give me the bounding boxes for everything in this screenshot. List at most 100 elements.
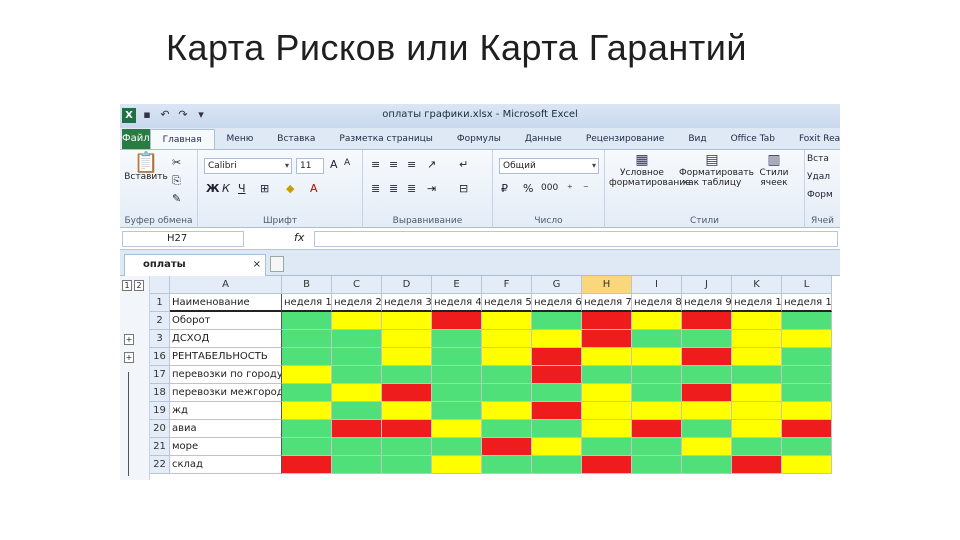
- column-header-g[interactable]: G: [532, 276, 582, 294]
- format-as-table-button[interactable]: ▤ Форматировать как таблицу: [679, 152, 754, 188]
- fx-icon[interactable]: fx: [294, 231, 304, 244]
- copy-icon[interactable]: ⎘: [172, 174, 181, 188]
- column-header-f[interactable]: F: [482, 276, 532, 294]
- risk-cell[interactable]: [632, 402, 682, 420]
- risk-cell[interactable]: [532, 330, 582, 348]
- expand-group-icon[interactable]: +: [124, 352, 134, 363]
- orientation-icon[interactable]: ↗: [427, 158, 436, 171]
- row-number[interactable]: 16: [150, 348, 170, 366]
- italic-button[interactable]: К: [222, 182, 230, 195]
- risk-cell[interactable]: [382, 384, 432, 402]
- column-title-week[interactable]: неделя 9: [682, 294, 732, 312]
- tab-page-layout[interactable]: Разметка страницы: [327, 129, 445, 149]
- row-name-cell[interactable]: Оборот: [170, 312, 282, 330]
- risk-cell[interactable]: [732, 456, 782, 474]
- risk-cell[interactable]: [632, 312, 682, 330]
- row-name-cell[interactable]: авиа: [170, 420, 282, 438]
- risk-cell[interactable]: [782, 366, 832, 384]
- merge-icon[interactable]: ⊟: [459, 182, 468, 195]
- row-name-cell[interactable]: перевозки по городу: [170, 366, 282, 384]
- indent-icon[interactable]: ⇥: [427, 182, 436, 195]
- close-icon[interactable]: ×: [253, 255, 261, 275]
- risk-cell[interactable]: [282, 384, 332, 402]
- align-bottom-icon[interactable]: ≡: [407, 158, 416, 171]
- name-box[interactable]: H27: [122, 231, 244, 247]
- risk-cell[interactable]: [532, 402, 582, 420]
- risk-cell[interactable]: [282, 330, 332, 348]
- font-name-select[interactable]: Calibri ▾: [204, 158, 292, 174]
- risk-cell[interactable]: [332, 402, 382, 420]
- risk-cell[interactable]: [632, 366, 682, 384]
- row-name-cell[interactable]: море: [170, 438, 282, 456]
- font-size-select[interactable]: 11: [296, 158, 324, 174]
- column-title-week[interactable]: неделя 8: [632, 294, 682, 312]
- risk-cell[interactable]: [432, 456, 482, 474]
- tab-view[interactable]: Вид: [676, 129, 718, 149]
- column-header-d[interactable]: D: [382, 276, 432, 294]
- document-tab[interactable]: оплаты графики.xlsx ×: [124, 254, 266, 290]
- risk-cell[interactable]: [532, 384, 582, 402]
- format-cells-button[interactable]: Форм: [807, 190, 833, 200]
- risk-cell[interactable]: [382, 366, 432, 384]
- column-header-b[interactable]: B: [282, 276, 332, 294]
- row-name-cell[interactable]: склад: [170, 456, 282, 474]
- risk-cell[interactable]: [582, 330, 632, 348]
- column-title-week[interactable]: неделя 3: [382, 294, 432, 312]
- risk-cell[interactable]: [532, 312, 582, 330]
- number-format-select[interactable]: Общий ▾: [499, 158, 599, 174]
- risk-cell[interactable]: [582, 312, 632, 330]
- risk-cell[interactable]: [482, 420, 532, 438]
- risk-cell[interactable]: [582, 438, 632, 456]
- risk-cell[interactable]: [282, 366, 332, 384]
- paste-button[interactable]: 📋 Вставить: [124, 152, 168, 182]
- risk-cell[interactable]: [732, 402, 782, 420]
- risk-cell[interactable]: [382, 438, 432, 456]
- risk-cell[interactable]: [332, 330, 382, 348]
- risk-cell[interactable]: [382, 420, 432, 438]
- align-center-icon[interactable]: ≣: [389, 182, 398, 195]
- row-number[interactable]: 20: [150, 420, 170, 438]
- risk-cell[interactable]: [682, 384, 732, 402]
- risk-cell[interactable]: [482, 456, 532, 474]
- risk-cell[interactable]: [782, 402, 832, 420]
- risk-cell[interactable]: [432, 312, 482, 330]
- risk-cell[interactable]: [332, 438, 382, 456]
- row-number[interactable]: 18: [150, 384, 170, 402]
- tab-review[interactable]: Рецензирование: [574, 129, 676, 149]
- risk-cell[interactable]: [582, 420, 632, 438]
- shrink-font-icon[interactable]: A: [344, 158, 350, 168]
- underline-button[interactable]: Ч: [238, 182, 246, 195]
- risk-cell[interactable]: [382, 456, 432, 474]
- risk-cell[interactable]: [782, 384, 832, 402]
- risk-cell[interactable]: [732, 420, 782, 438]
- tab-formulas[interactable]: Формулы: [445, 129, 513, 149]
- risk-cell[interactable]: [682, 366, 732, 384]
- tab-home[interactable]: Главная: [149, 129, 215, 149]
- risk-cell[interactable]: [732, 438, 782, 456]
- risk-cell[interactable]: [632, 420, 682, 438]
- risk-cell[interactable]: [582, 366, 632, 384]
- risk-cell[interactable]: [582, 384, 632, 402]
- risk-cell[interactable]: [332, 312, 382, 330]
- row-number[interactable]: 2: [150, 312, 170, 330]
- risk-cell[interactable]: [582, 348, 632, 366]
- risk-cell[interactable]: [532, 348, 582, 366]
- risk-cell[interactable]: [532, 366, 582, 384]
- column-title-week[interactable]: неделя 1: [282, 294, 332, 312]
- outline-level-2-button[interactable]: 2: [134, 280, 144, 291]
- risk-cell[interactable]: [382, 330, 432, 348]
- delete-cells-button[interactable]: Удал: [807, 172, 830, 182]
- cell-styles-button[interactable]: ▥ Стили ячеек: [751, 152, 797, 188]
- column-header-i[interactable]: I: [632, 276, 682, 294]
- borders-icon[interactable]: ⊞: [260, 182, 269, 195]
- risk-cell[interactable]: [482, 312, 532, 330]
- new-document-icon[interactable]: [270, 256, 284, 272]
- column-title-name[interactable]: Наименование: [170, 294, 282, 312]
- font-color-icon[interactable]: A: [310, 182, 318, 195]
- risk-cell[interactable]: [282, 420, 332, 438]
- column-title-week[interactable]: неделя 5: [482, 294, 532, 312]
- risk-cell[interactable]: [732, 348, 782, 366]
- risk-cell[interactable]: [682, 438, 732, 456]
- risk-cell[interactable]: [732, 384, 782, 402]
- risk-cell[interactable]: [482, 366, 532, 384]
